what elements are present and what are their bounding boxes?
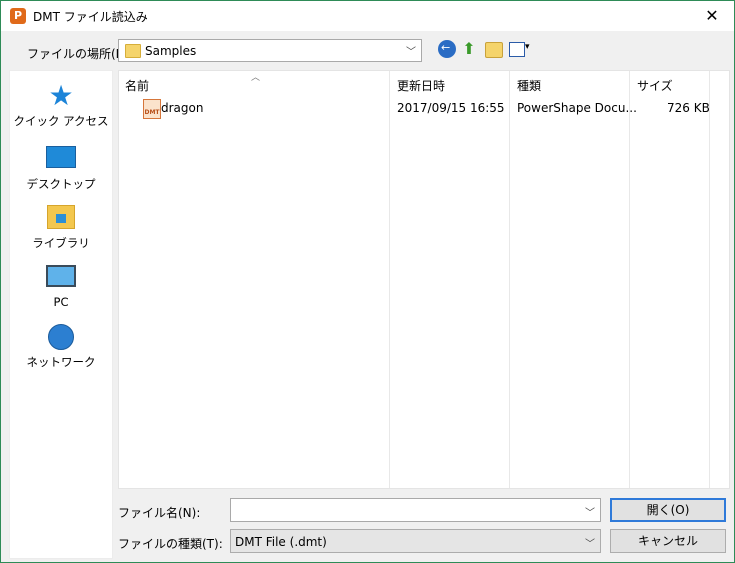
chevron-down-icon[interactable]: ﹀ xyxy=(585,504,595,519)
column-header-type[interactable]: 種類 xyxy=(517,77,541,94)
place-library[interactable]: ライブラリ xyxy=(10,203,112,251)
file-type-value: DMT File (.dmt) xyxy=(235,535,327,549)
file-name-input[interactable]: ﹀ xyxy=(230,498,601,522)
window-title: DMT ファイル読込み xyxy=(33,10,148,24)
file-list[interactable]: 名前 ︿ 更新日時 種類 サイズ DMT dragon 2017/09/15 1… xyxy=(118,70,730,489)
dmt-file-icon: DMT xyxy=(143,99,161,119)
file-name: dragon xyxy=(161,101,204,115)
view-menu-icon[interactable] xyxy=(509,42,525,57)
place-quick-access[interactable]: ★ クイック アクセス xyxy=(10,79,112,129)
place-label: クイック アクセス xyxy=(13,114,109,128)
places-bar: ★ クイック アクセス デスクトップ ライブラリ PC ネットワーク xyxy=(9,70,113,559)
place-desktop[interactable]: デスクトップ xyxy=(10,143,112,192)
column-divider[interactable] xyxy=(509,71,510,488)
back-icon[interactable] xyxy=(438,40,456,58)
up-folder-icon[interactable]: ⬆ xyxy=(461,40,477,58)
view-dropdown-arrow[interactable]: ▾ xyxy=(525,42,530,52)
open-file-dialog: P DMT ファイル読込み ✕ ファイルの場所(I): Samples ﹀ ⬆ … xyxy=(0,0,735,563)
file-row[interactable]: DMT dragon 2017/09/15 16:55 PowerShape D… xyxy=(119,99,729,119)
cancel-button[interactable]: キャンセル xyxy=(610,529,726,553)
star-icon: ★ xyxy=(48,79,74,112)
chevron-down-icon: ﹀ xyxy=(585,539,595,550)
title-bar: P DMT ファイル読込み ✕ xyxy=(1,1,734,31)
place-label: ネットワーク xyxy=(26,355,96,369)
column-header-size[interactable]: サイズ xyxy=(637,77,673,94)
pc-icon xyxy=(46,265,76,287)
chevron-down-icon: ﹀ xyxy=(406,47,416,58)
place-label: ライブラリ xyxy=(32,236,90,250)
look-in-label: ファイルの場所(I): xyxy=(27,47,128,61)
look-in-value: Samples xyxy=(145,44,197,58)
file-type-label: ファイルの種類(T): xyxy=(118,537,223,551)
app-icon: P xyxy=(10,8,26,24)
place-network[interactable]: ネットワーク xyxy=(10,323,112,370)
column-divider[interactable] xyxy=(629,71,630,488)
file-name-label: ファイル名(N): xyxy=(118,506,201,520)
place-label: デスクトップ xyxy=(26,177,96,191)
file-type-select[interactable]: DMT File (.dmt) ﹀ xyxy=(230,529,601,553)
folder-icon xyxy=(125,44,141,58)
file-size: 726 KB xyxy=(667,101,710,115)
file-modified: 2017/09/15 16:55 xyxy=(397,101,505,115)
desktop-icon xyxy=(46,146,76,168)
file-type: PowerShape Docu... xyxy=(517,101,637,115)
network-icon xyxy=(48,324,74,350)
open-button[interactable]: 開く(O) xyxy=(610,498,726,522)
column-divider[interactable] xyxy=(389,71,390,488)
column-divider[interactable] xyxy=(709,71,710,488)
column-header-name[interactable]: 名前 xyxy=(125,77,149,94)
look-in-combo[interactable]: Samples ﹀ xyxy=(118,39,422,62)
column-header-modified[interactable]: 更新日時 xyxy=(397,77,445,94)
new-folder-icon[interactable] xyxy=(485,42,503,58)
sort-up-icon: ︿ xyxy=(251,73,261,83)
library-icon xyxy=(47,205,75,229)
place-label: PC xyxy=(53,295,69,309)
place-pc[interactable]: PC xyxy=(10,263,112,309)
close-button[interactable]: ✕ xyxy=(694,3,730,29)
